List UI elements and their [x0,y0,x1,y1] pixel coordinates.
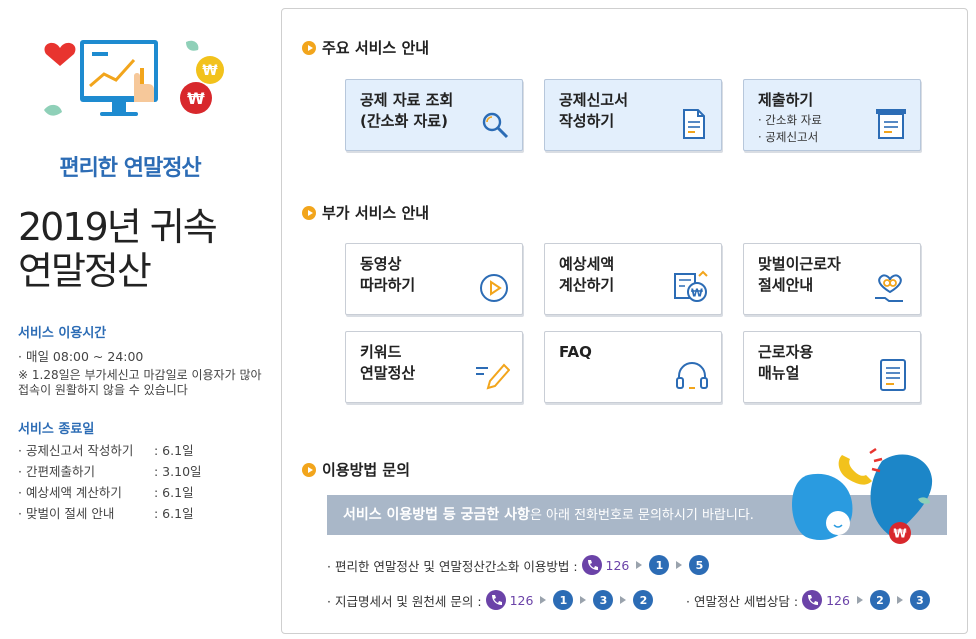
step-badge: 3 [593,590,614,610]
extra-services-heading: 부가 서비스 안내 [302,202,429,223]
step-badge: 2 [633,590,654,610]
step-badge: 2 [869,590,890,610]
step-badge: 1 [649,555,670,575]
service-panel: 주요 서비스 안내 공제 자료 조회 (간소화 자료) 공제신고서 작성하기 제… [281,8,968,634]
card-deduction-lookup[interactable]: 공제 자료 조회 (간소화 자료) [345,79,523,151]
manual-icon [880,359,906,391]
magnifier-icon [482,112,509,139]
calculator-won-icon: ₩ [674,270,708,302]
arrow-right-icon [580,596,587,604]
bullet-icon [302,462,316,477]
phone-line-withholding: · 지급명세서 및 원천세 문의 : 126 1 3 2 [327,590,654,610]
arrow-right-icon [896,596,903,604]
svg-text:₩: ₩ [691,287,703,300]
pen-lines-icon [476,363,510,390]
left-panel: ₩ ₩ 편리한 연말정산 2019년 귀속 연말정산 서비스 이용시간 · 매일… [0,0,272,639]
phone-icon [581,555,602,575]
arrow-right-icon [620,596,627,604]
page-title: 2019년 귀속 연말정산 [18,205,218,293]
list-item: · 공제신고서 작성하기: 6.1일 [18,443,194,458]
step-badge: 1 [553,590,574,610]
card-keyword-search[interactable]: 키워드 연말정산 [345,331,523,403]
bullet-icon [302,205,316,220]
service-end-list: · 공제신고서 작성하기: 6.1일 · 간편제출하기: 3.10일 · 예상세… [18,440,202,524]
svg-text:₩: ₩ [202,63,218,79]
phone-icon [485,590,506,610]
card-dual-income-guide[interactable]: 맞벌이근로자 절세안내 [743,243,921,315]
card-tax-calculator[interactable]: 예상세액 계산하기 ₩ [544,243,722,315]
arrow-right-icon [540,596,547,604]
service-hours-heading: 서비스 이용시간 [18,326,107,341]
arrow-right-icon [636,561,643,569]
callcenter-illustration-icon: ₩ [792,447,933,544]
tray-submit-icon [876,109,906,139]
list-item: · 예상세액 계산하기: 6.1일 [18,485,194,500]
step-badge: 3 [909,590,930,610]
service-hours-line: · 매일 08:00 ~ 24:00 [18,349,144,364]
service-end-heading: 서비스 종료일 [18,422,95,437]
card-submit[interactable]: 제출하기 · 간소화 자료 · 공제신고서 [743,79,921,151]
phone-icon [802,590,823,610]
hero-title: 편리한 연말정산 [59,156,201,181]
card-write-form[interactable]: 공제신고서 작성하기 [544,79,722,151]
service-hours-note: ※ 1.28일은 부가세신고 마감일로 이용자가 많아 접속이 원활하지 않을 … [18,368,262,397]
arrow-right-icon [676,561,683,569]
svg-text:₩: ₩ [187,89,205,108]
monitor-illustration-icon: ₩ ₩ [44,40,224,116]
step-badge: 5 [689,555,710,575]
phone-line-yearend: · 편리한 연말정산 및 연말정산간소화 이용방법 : 126 1 5 [327,555,710,575]
list-item: · 간편제출하기: 3.10일 [18,464,202,479]
play-icon [480,274,508,302]
document-pen-icon [683,109,705,139]
headset-icon [676,362,708,389]
heart-hand-icon [875,274,903,302]
list-item: · 맞벌이 절세 안내: 6.1일 [18,506,194,521]
bullet-icon [302,40,316,55]
phone-line-tax-consult: · 연말정산 세법상담 : 126 2 3 [686,590,930,610]
card-worker-manual[interactable]: 근로자용 매뉴얼 [743,331,921,403]
card-faq[interactable]: FAQ [544,331,722,403]
card-video-tutorial[interactable]: 동영상 따라하기 [345,243,523,315]
svg-text:₩: ₩ [893,527,907,541]
main-services-heading: 주요 서비스 안내 [302,37,429,58]
arrow-right-icon [856,596,863,604]
inquiry-heading: 이용방법 문의 [302,459,410,480]
